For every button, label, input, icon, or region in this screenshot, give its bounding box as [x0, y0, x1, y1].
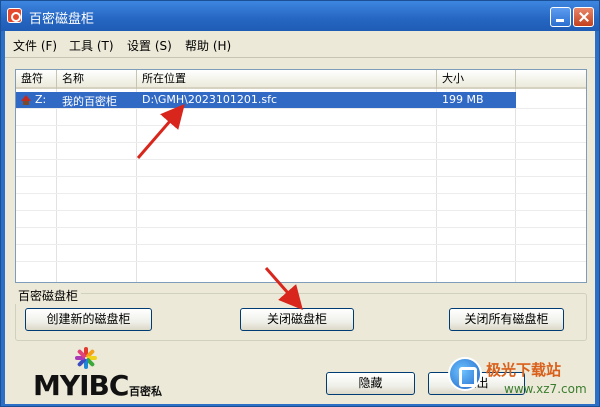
app-icon: [7, 8, 22, 23]
table-row[interactable]: Z: 我的百密柜 D:\GMH\2023101201.sfc 199 MB: [16, 92, 516, 108]
grid-row-line: [16, 227, 586, 228]
column-drive[interactable]: 盘符: [16, 70, 57, 89]
column-name[interactable]: 名称: [57, 70, 137, 89]
menu-separator: [5, 57, 595, 58]
close-all-disks-button[interactable]: 关闭所有磁盘柜: [449, 308, 564, 331]
menu-settings[interactable]: 设置 (S): [127, 37, 172, 54]
column-location[interactable]: 所在位置: [137, 70, 437, 89]
logo-text: MYIBC: [33, 369, 129, 402]
row-location: D:\GMH\2023101201.sfc: [142, 93, 278, 106]
grid-row-line: [16, 142, 586, 143]
app-window: 百密磁盘柜 文件 (F) 工具 (T) 设置 (S) 帮助 (H) 盘符 名称 …: [0, 0, 600, 407]
close-disk-button[interactable]: 关闭磁盘柜: [240, 308, 354, 331]
column-size[interactable]: 大小: [437, 70, 516, 89]
row-size: 199 MB: [442, 93, 484, 106]
watermark-title: 极光下载站: [486, 361, 562, 379]
grid-row-line: [16, 244, 586, 245]
menu-help[interactable]: 帮助 (H): [185, 37, 231, 54]
watermark-icon: [448, 357, 482, 391]
create-disk-button[interactable]: 创建新的磁盘柜: [25, 308, 152, 331]
minimize-icon[interactable]: [550, 7, 571, 27]
grid-col-line: [515, 89, 516, 282]
menu-file[interactable]: 文件 (F): [13, 37, 57, 54]
logo-burst-icon: [73, 345, 99, 371]
grid-row-line: [16, 193, 586, 194]
grid-col-line: [136, 89, 137, 282]
watermark: 极光下载站 www.xz7.com: [448, 357, 598, 401]
grid-row-line: [16, 159, 586, 160]
list-header: 盘符 名称 所在位置 大小: [16, 70, 586, 89]
hide-button[interactable]: 隐藏: [326, 372, 415, 395]
close-icon[interactable]: [573, 7, 594, 27]
watermark-url: www.xz7.com: [504, 382, 587, 396]
grid-row-line: [16, 210, 586, 211]
title-bar[interactable]: 百密磁盘柜: [1, 1, 599, 31]
menu-bar: 文件 (F) 工具 (T) 设置 (S) 帮助 (H): [5, 31, 595, 57]
window-title: 百密磁盘柜: [29, 12, 95, 27]
grid-row-line: [16, 125, 586, 126]
disk-list[interactable]: 盘符 名称 所在位置 大小 Z: 我的百密柜 D:\GMH\2023101201…: [15, 69, 587, 283]
menu-tools[interactable]: 工具 (T): [69, 37, 114, 54]
grid-row-line: [16, 176, 586, 177]
grid-col-line: [436, 89, 437, 282]
drive-icon: [21, 95, 31, 105]
row-drive: Z:: [35, 93, 47, 106]
logo: MYIBC 百密私: [33, 345, 163, 402]
client-area: 文件 (F) 工具 (T) 设置 (S) 帮助 (H) 盘符 名称 所在位置 大…: [5, 31, 595, 404]
logo-subtext: 百密私: [129, 385, 162, 398]
row-name: 我的百密柜: [62, 95, 117, 108]
grid-row-line: [16, 261, 586, 262]
grid-col-line: [56, 89, 57, 282]
group-title: 百密磁盘柜: [15, 287, 82, 304]
